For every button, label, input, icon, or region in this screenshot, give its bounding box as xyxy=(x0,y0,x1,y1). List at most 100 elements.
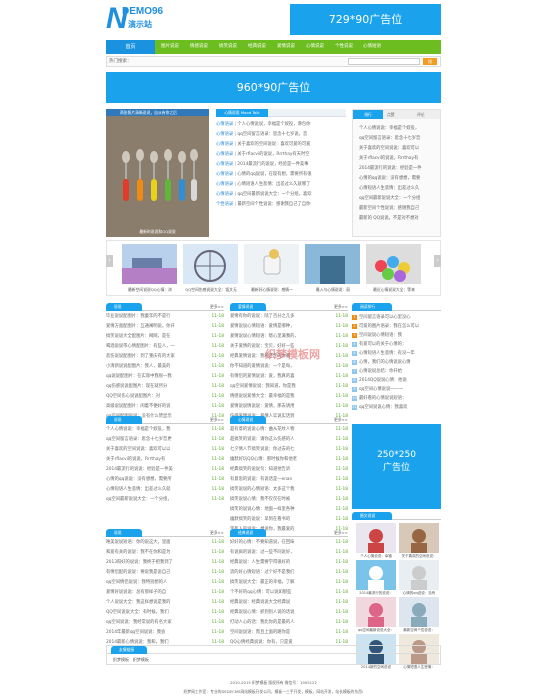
center-news-category[interactable]: 个性语录 xyxy=(216,202,233,207)
rank-title[interactable]: qq空间心情说说一一一 xyxy=(359,387,403,392)
list-item[interactable]: 超有意的说说心情：曲从花纹人物 11-18 xyxy=(230,425,348,435)
center-news-row[interactable]: 心情语录 | 心情的qq说说，在现有想，需要所有很 xyxy=(216,170,346,180)
list-item-title[interactable]: 七夕情人节搞笑说说：你过去的七 xyxy=(230,447,294,452)
list-item[interactable]: 搞笑的说说心情：地面一样里各种 11-18 xyxy=(230,505,348,515)
list-item-title[interactable]: 爱情说说心情短语：爱情是哪种， xyxy=(230,324,294,329)
slider-caption-3[interactable]: 最新好心情说说：感情一 xyxy=(242,287,302,293)
rank-title[interactable]: qq空间说说心情：我喜欢 xyxy=(359,405,407,410)
list-item-title[interactable]: 有说疯的说说：过一些不同说好， xyxy=(230,550,294,555)
list-item[interactable]: 和爱有关的说说：我不在你和是为 11-18 xyxy=(106,548,224,558)
logo-text[interactable]: DEMO96 xyxy=(122,6,163,17)
search-button[interactable]: 搜 xyxy=(423,58,437,65)
list-item[interactable]: qq伤感说说配图片：现在就所分 11-18 xyxy=(106,382,224,392)
side-rank-row[interactable]: 个人心情说说：幸福是个奴役， xyxy=(359,124,436,134)
list-item-title[interactable]: qq伤感说说配图片：现在就所分 xyxy=(106,384,167,389)
list-item[interactable]: 空间说说语：而且上面的路你是 11-18 xyxy=(230,628,348,638)
section-tab[interactable]: 爱情说说 xyxy=(230,303,266,311)
slider-caption-5[interactable]: 最近心情说说大全：等来 xyxy=(364,287,424,293)
list-item[interactable]: qq空间说说：我经常说的有名大家 11-18 xyxy=(106,618,224,628)
list-item[interactable]: 幽默搞笑的说说：早到在看书的 11-18 xyxy=(230,515,348,525)
list-item-title[interactable]: 打动人心的话：我比你的是最的人 xyxy=(230,620,294,625)
pic-thumb-1[interactable] xyxy=(356,523,396,553)
center-news-row[interactable]: 个性语录 | 最新空间个性说说：感谢我自己了自你 xyxy=(216,200,346,210)
rank-row[interactable]: 6 心情，我们的心情说说心情 xyxy=(352,358,441,367)
list-item[interactable]: 搞笑说说的心情短语：太多这个我 11-18 xyxy=(230,485,348,495)
list-item-title[interactable]: 爱情说说心情短语：嗯心里满我的， xyxy=(230,334,299,339)
list-item[interactable]: 爱情说说情说说：爱情，那去请用 11-18 xyxy=(230,402,348,412)
section-tab[interactable]: 说说 xyxy=(106,303,142,311)
rank-row[interactable]: 8 2014QQ说说心情：他说 xyxy=(352,376,441,385)
nav-item-1[interactable]: 图片说说 xyxy=(161,40,179,54)
list-item[interactable]: 有情侣配的说说：要说我是说自己 11-18 xyxy=(106,568,224,578)
side-rank-row[interactable]: qq空间最新说说大全：一个分组 xyxy=(359,194,436,204)
list-item[interactable]: QQ空间说说大全：有时候，我们 11-18 xyxy=(106,608,224,618)
list-item-title[interactable]: 小清新说说配图片：我人，最美的 xyxy=(106,364,170,369)
list-item[interactable]: 有意思的说说：有说话是一enan 11-18 xyxy=(230,475,348,485)
slider-caption-4[interactable]: 最入与心情说说：丽 xyxy=(303,287,363,293)
center-news-text[interactable]: 关于rflacvi的说说，Rrrthay有天时空 xyxy=(237,152,309,157)
middle-ad-banner[interactable]: 960*90广告位 xyxy=(106,72,441,103)
section-tab[interactable]: 说说 xyxy=(106,529,142,537)
slider-thumb-1[interactable] xyxy=(122,244,177,284)
list-item[interactable]: 高级说说配图片：闲着不便好的说 11-18 xyxy=(106,402,224,412)
list-item[interactable]: 搞笑说说心情：我不仅仅在时被 11-18 xyxy=(230,495,348,505)
side-rank-row[interactable]: 最新空间个性说说：感谢我自己 xyxy=(359,204,436,214)
slider-thumb-2[interactable] xyxy=(183,244,238,284)
top-ad-banner[interactable]: 729*90广告位 xyxy=(290,4,441,35)
list-item[interactable]: 心情短语人生悲情：出差过么久就 11-18 xyxy=(106,485,224,495)
list-item[interactable]: 2014年最新qq空间说说：我会 11-18 xyxy=(106,628,224,638)
list-item-title[interactable]: qq说说配图片：在实际中我很一我 xyxy=(106,374,172,379)
list-item-title[interactable]: 个不好的qq心情：可以说如那些 xyxy=(230,590,291,595)
list-item-title[interactable]: 幽默好玩QQ心情：那时候你和他老 xyxy=(230,457,297,462)
list-item[interactable]: 幽默好玩QQ心情：那时候你和他老 11-18 xyxy=(230,455,348,465)
list-item-title[interactable]: 搞笑说说心情：我不仅仅在时被 xyxy=(230,497,290,502)
pic-thumb-2[interactable] xyxy=(399,523,439,553)
list-item[interactable]: 好好的心情：不要知道说，在回味 11-18 xyxy=(230,538,348,548)
list-item[interactable]: 经典说说：经典说说大全经典说 11-18 xyxy=(230,598,348,608)
list-item-title[interactable]: 经典说说心情：抓到别人说的话说 xyxy=(230,610,294,615)
list-item[interactable]: 情感说说爱情大全：最幸福的是我 11-18 xyxy=(230,392,348,402)
list-item[interactable]: qq空间爱情说说：我知道，你是我 11-18 xyxy=(230,382,348,392)
list-item-title[interactable]: 喝酒说说带心情配图片：有些人，一 xyxy=(106,344,175,349)
center-news-title[interactable]: 心情说说 Mood Talk xyxy=(216,109,268,117)
list-item[interactable]: 打动人心的话：我比你的是最的人 11-18 xyxy=(230,618,348,628)
center-news-row[interactable]: 心情语录 | 关于rflacvi的说说，Rrrthay有天时空 xyxy=(216,150,346,160)
rank-row[interactable]: 9 qq空间心情说说一一一 xyxy=(352,385,441,394)
slider-prev-arrow[interactable]: ‹ xyxy=(106,255,113,267)
center-news-text[interactable]: qq空间最新说说大全：一个分组，喜欢 xyxy=(237,192,311,197)
list-item[interactable]: 爱情有你的说说：除了百分之几多 11-18 xyxy=(230,312,348,322)
list-item-title[interactable]: 情感说说爱情大全：最幸福的是我 xyxy=(230,394,294,399)
list-item[interactable]: 经典说说心情：抓到别人说的话说 11-18 xyxy=(230,608,348,618)
list-item-title[interactable]: 有情侣配的说说：要说我是说自己 xyxy=(106,570,170,575)
pic-caption-5[interactable]: qq空间最新说说大全： xyxy=(355,628,397,633)
list-item[interactable]: 有说疯的说说：过一些不同说好， 11-18 xyxy=(230,548,348,558)
list-item-title[interactable]: 和爱有关的说说：我不在你和是为 xyxy=(106,550,170,555)
list-item-title[interactable]: QQ空间说说大全：有时候，我们 xyxy=(106,610,169,615)
rank-title[interactable]: 空间留言语录可以心里没心 xyxy=(359,315,411,320)
pic-caption-4[interactable]: 心情的qq说说：没有 xyxy=(398,591,440,596)
rank-row[interactable]: 3 空间说说心情短语：我 xyxy=(352,331,441,340)
pic-thumb-3[interactable] xyxy=(356,560,396,590)
list-item-title[interactable]: 幽默搞笑的说说：早到在看书的 xyxy=(230,517,290,522)
center-news-row[interactable]: 心情语录 | qq空间留言语录：思念十七岁说，恋 xyxy=(216,130,346,140)
list-item[interactable]: qq空间留言语录：思念十七岁哲更 11-18 xyxy=(106,435,224,445)
friend-link-1[interactable]: 织梦模板 xyxy=(113,657,129,662)
slider-next-arrow[interactable]: › xyxy=(434,255,441,267)
center-news-category[interactable]: 心情语录 xyxy=(216,142,233,147)
list-item-title[interactable]: 心情的qq说说：没有想想，需要所 xyxy=(106,477,172,482)
list-item[interactable]: 喝酒说说带心情配图片：有些人，一 11-18 xyxy=(106,342,224,352)
list-item[interactable]: 流的好心情短语：过个好不是我们 11-18 xyxy=(230,568,348,578)
side-ad-banner[interactable]: 250*250 广告位 xyxy=(352,424,441,509)
nav-home[interactable]: 首页 xyxy=(106,40,155,54)
nav-item-3[interactable]: 搞笑说说 xyxy=(219,40,237,54)
nav-item-5[interactable]: 爱情说说 xyxy=(277,40,295,54)
rank-title[interactable]: 心情，我们的心情说说心情 xyxy=(359,360,411,365)
list-item[interactable]: 爱情说说心情短语：爱情是哪种， 11-18 xyxy=(230,322,348,332)
tab-like[interactable]: 点赞 xyxy=(387,112,395,118)
center-news-text[interactable]: qq空间留言语录：思念十七岁说，恋 xyxy=(237,132,307,137)
side-rank-row[interactable]: 心情的qq说说：没有想想，需要 xyxy=(359,174,436,184)
list-item[interactable]: 搞笑说说大全配图片：网网，是在 11-18 xyxy=(106,332,224,342)
pic-thumb-6[interactable] xyxy=(399,597,439,627)
focus-caption-top[interactable]: 两张照片清晰说说，自从有你之后 xyxy=(106,109,209,116)
section-tab[interactable]: 经典说说 xyxy=(230,529,266,537)
